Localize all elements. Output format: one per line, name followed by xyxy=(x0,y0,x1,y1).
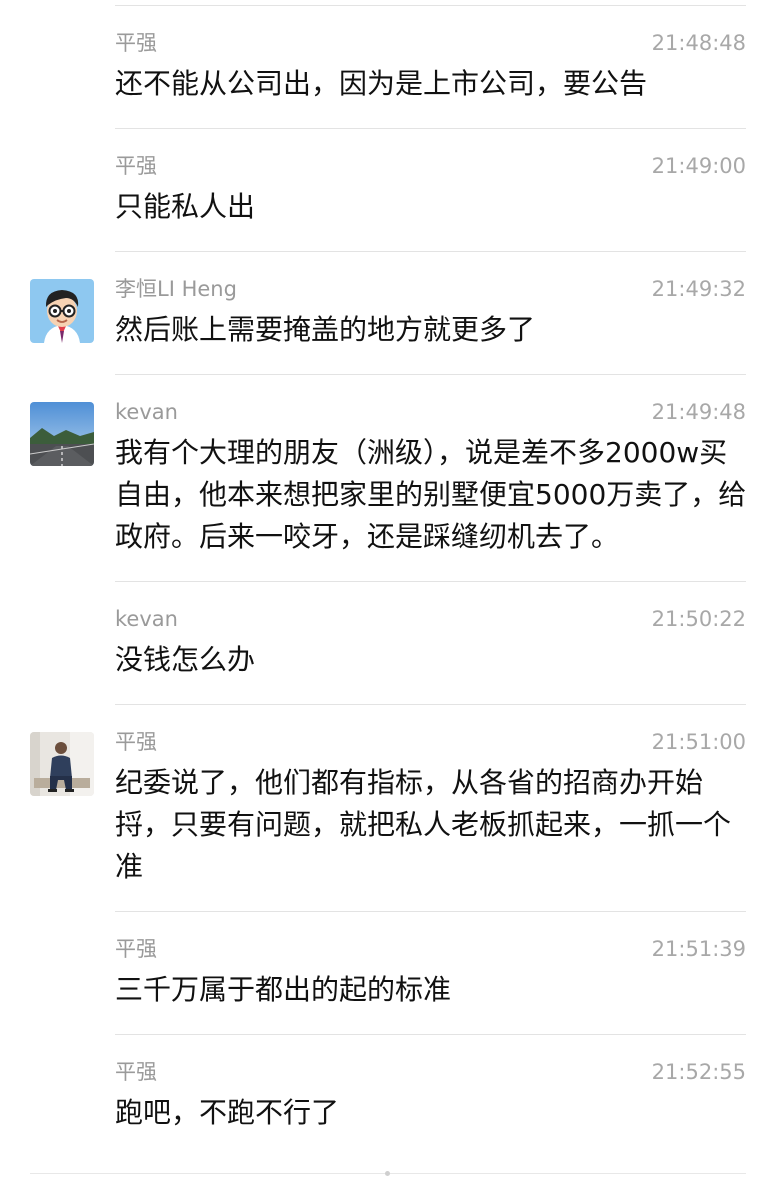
message-item[interactable]: 平强 21:52:55 跑吧，不跑不行了 xyxy=(0,1058,776,1157)
message-text: 三千万属于都出的起的标准 xyxy=(115,973,452,1006)
message-item[interactable]: 平强 21:49:00 只能私人出 xyxy=(0,152,776,251)
message-item[interactable]: 平强 21:51:00 纪委说了，他们都有指标，从各省的招商办开始捋，只要有问题… xyxy=(0,728,776,911)
message-item[interactable]: kevan 21:50:22 没钱怎么办 xyxy=(0,605,776,704)
message-text: 只能私人出 xyxy=(115,190,256,223)
sender-name: 平强 xyxy=(115,730,157,754)
divider xyxy=(115,5,746,6)
message-item[interactable]: 平强 21:51:39 三千万属于都出的起的标准 xyxy=(0,935,776,1034)
seated-man-photo-avatar[interactable] xyxy=(30,732,94,796)
message-text: 没钱怎么办 xyxy=(115,643,256,676)
divider xyxy=(115,128,746,129)
message-time: 21:51:39 xyxy=(651,937,746,961)
sender-name: 李恒LI Heng xyxy=(115,277,237,301)
message-time: 21:50:22 xyxy=(651,607,746,631)
sender-name: 平强 xyxy=(115,154,157,178)
sender-name: 平强 xyxy=(115,1060,157,1084)
page-indicator-dot xyxy=(385,1171,390,1176)
message-item[interactable]: 李恒LI Heng 21:49:32 然后账上需要掩盖的地方就更多了 xyxy=(0,275,776,374)
message-text: 跑吧，不跑不行了 xyxy=(115,1096,340,1129)
message-text: 然后账上需要掩盖的地方就更多了 xyxy=(115,313,536,346)
message-time: 21:49:48 xyxy=(651,400,746,424)
sender-name: kevan xyxy=(115,400,178,424)
sender-name: 平强 xyxy=(115,31,157,55)
message-item[interactable]: kevan 21:49:48 我有个大理的朋友（洲级），说是差不多2000w买自… xyxy=(0,398,776,581)
message-time: 21:49:32 xyxy=(651,277,746,301)
message-time: 21:49:00 xyxy=(651,154,746,178)
message-time: 21:48:48 xyxy=(651,31,746,55)
sender-name: 平强 xyxy=(115,937,157,961)
message-time: 21:51:00 xyxy=(651,730,746,754)
divider xyxy=(115,251,746,252)
sender-name: kevan xyxy=(115,607,178,631)
divider xyxy=(115,581,746,582)
highway-landscape-avatar[interactable] xyxy=(30,402,94,466)
message-text: 我有个大理的朋友（洲级），说是差不多2000w买自由，他本来想把家里的别墅便宜5… xyxy=(115,436,747,553)
divider xyxy=(115,374,746,375)
divider xyxy=(115,911,746,912)
divider xyxy=(115,1034,746,1035)
message-time: 21:52:55 xyxy=(651,1060,746,1084)
chat-history-list: 平强 21:48:48 还不能从公司出，因为是上市公司，要公告 平强 21:49… xyxy=(0,0,776,1200)
message-text: 还不能从公司出，因为是上市公司，要公告 xyxy=(115,67,648,100)
cartoon-glasses-man-avatar[interactable] xyxy=(30,279,94,343)
message-text: 纪委说了，他们都有指标，从各省的招商办开始捋，只要有问题，就把私人老板抓起来，一… xyxy=(115,766,732,883)
message-item[interactable]: 平强 21:48:48 还不能从公司出，因为是上市公司，要公告 xyxy=(0,29,776,128)
divider xyxy=(115,704,746,705)
